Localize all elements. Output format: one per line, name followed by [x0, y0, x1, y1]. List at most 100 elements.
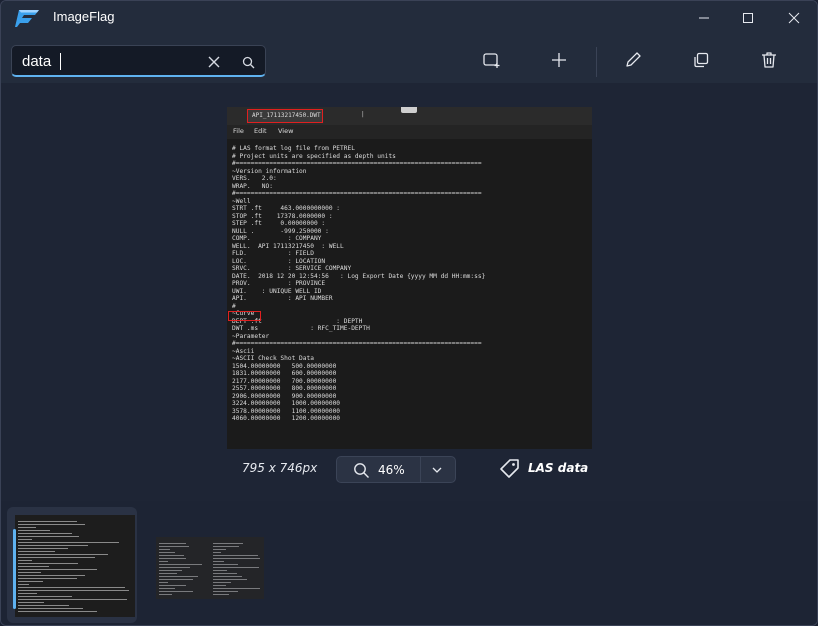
delete-button[interactable]	[754, 47, 784, 73]
thumbnail-text-line	[213, 558, 260, 559]
thumbnail[interactable]	[156, 507, 266, 623]
thumbnail-text-line	[159, 570, 183, 571]
minimize-button[interactable]	[681, 1, 727, 35]
zoom-icon	[354, 463, 369, 478]
image-preview[interactable]: API_17113217450.DWT.las | File Edit View…	[227, 107, 592, 449]
close-icon	[788, 12, 800, 24]
minimize-icon	[699, 17, 709, 19]
thumbnail-text-line	[213, 594, 229, 595]
app-window: ImageFlag data API_17113217450.DWT | Fil…	[0, 0, 818, 626]
preview-text-line: UWI. : UNIQUE WELL ID	[232, 287, 322, 295]
select-area-button[interactable]	[477, 47, 507, 73]
thumbnail-text-line	[213, 576, 243, 577]
thumbnail-selected[interactable]	[7, 507, 137, 623]
preview-area: API_17113217450.DWT.las | File Edit View…	[1, 83, 817, 501]
app-logo-icon	[15, 10, 39, 27]
preview-text-line: # LAS format log file from PETREL	[232, 145, 355, 152]
chevron-down-icon[interactable]	[431, 464, 443, 476]
preview-text-line: 2906.00000000 900.00000000	[232, 392, 337, 400]
thumbnail-text-line	[18, 602, 45, 603]
thumbnail-text-line	[18, 593, 38, 594]
thumbnail-text-line	[213, 564, 238, 565]
thumbnail-text-line	[18, 596, 72, 597]
preview-text-line: STEP .ft 0.00000000 :	[232, 220, 326, 227]
preview-tab: API_17113217450.DWT.las	[247, 109, 323, 123]
preview-text-line: ~Parameter	[232, 332, 270, 340]
thumbnail-text-line	[18, 587, 126, 588]
thumbnail-text-line	[18, 605, 70, 606]
thumbnail-text-line	[159, 558, 187, 559]
thumbnail-text-line	[18, 536, 79, 537]
preview-text-line: #=======================================…	[232, 160, 482, 167]
filmstrip	[1, 501, 817, 625]
select-area-icon	[483, 53, 500, 68]
zoom-separator	[420, 457, 421, 482]
preview-text-line: 3224.00000000 1000.00000000	[232, 400, 341, 407]
preview-menu-view: View	[278, 127, 294, 135]
preview-text-line: WRAP. NO:	[232, 182, 273, 190]
preview-text-line: 3578.00000000 1100.00000000	[232, 407, 341, 415]
selection-indicator	[13, 529, 16, 609]
thumbnail-text-line	[18, 527, 37, 528]
thumbnail-text-line	[159, 582, 169, 583]
thumbnail-text-line	[159, 543, 186, 544]
thumbnail-text-line	[159, 564, 202, 565]
title-bar: ImageFlag	[1, 1, 817, 35]
maximize-icon	[743, 13, 753, 23]
maximize-button[interactable]	[725, 1, 771, 35]
thumbnail-text-line	[18, 524, 85, 525]
thumbnail-text-line	[18, 590, 129, 591]
preview-text-line: ~Curve	[232, 310, 255, 317]
preview-handle	[401, 107, 417, 113]
thumbnail-text-line	[18, 560, 33, 561]
clear-icon	[208, 56, 220, 68]
thumbnail-text-line	[18, 584, 30, 585]
preview-text-line: ~ASCII Check Shot Data	[232, 355, 314, 362]
thumbnail-text-line	[18, 521, 77, 522]
thumbnail-text-line	[159, 573, 177, 574]
add-icon	[552, 53, 566, 67]
edit-button[interactable]	[618, 47, 648, 73]
thumbnail-text-line	[213, 561, 225, 562]
preview-text-line: #=======================================…	[232, 340, 482, 347]
thumbnail-text-line	[18, 530, 51, 531]
close-window-button[interactable]	[771, 1, 817, 35]
preview-menu-file: File	[233, 127, 244, 135]
preview-text-line: NULL . -999.250000 :	[232, 227, 329, 235]
thumbnail-text-line	[213, 582, 231, 583]
thumbnail-text-line	[18, 539, 33, 540]
thumbnail-text-line	[213, 591, 238, 592]
preview-text-line: # Project units are specified as depth u…	[232, 152, 396, 160]
app-title: ImageFlag	[53, 9, 115, 24]
search-button[interactable]	[236, 50, 260, 74]
zoom-control[interactable]: 46%	[336, 456, 456, 483]
preview-menu-edit: Edit	[254, 127, 267, 135]
preview-text-line: ~Well	[232, 197, 251, 205]
thumbnail-text-line	[18, 578, 77, 579]
search-icon	[242, 56, 254, 68]
text-caret	[60, 53, 61, 70]
add-button[interactable]	[544, 47, 574, 73]
thumbnail-text-line	[159, 552, 176, 553]
copy-icon	[694, 52, 709, 68]
thumbnail-text-line	[18, 551, 55, 552]
tag-label[interactable]: LAS data	[528, 461, 588, 475]
preview-text-line: #	[232, 302, 236, 310]
thumbnail-text-line	[18, 542, 119, 543]
thumbnail-text-line	[18, 581, 44, 582]
preview-text-line: WELL. API 17113217450 : WELL	[232, 242, 344, 250]
copy-button[interactable]	[686, 47, 716, 73]
thumbnail-text-line	[213, 588, 261, 589]
thumbnail-text-line	[18, 572, 42, 573]
search-input[interactable]	[12, 46, 192, 76]
preview-text-line: 1831.00000000 600.00000000	[232, 370, 337, 377]
preview-text-line: 2177.00000000 700.00000000	[232, 377, 337, 385]
preview-text-line: 2557.00000000 800.00000000	[232, 385, 337, 392]
clear-search-button[interactable]	[202, 50, 226, 74]
thumbnail-image	[156, 537, 264, 599]
thumbnail-text-line	[213, 573, 237, 574]
delete-icon	[762, 52, 776, 68]
preview-tab-bar: API_17113217450.DWT.las |	[227, 107, 592, 125]
preview-text-line: 4060.00000000 1200.00000000	[232, 415, 341, 422]
tag-icon[interactable]	[498, 458, 520, 480]
